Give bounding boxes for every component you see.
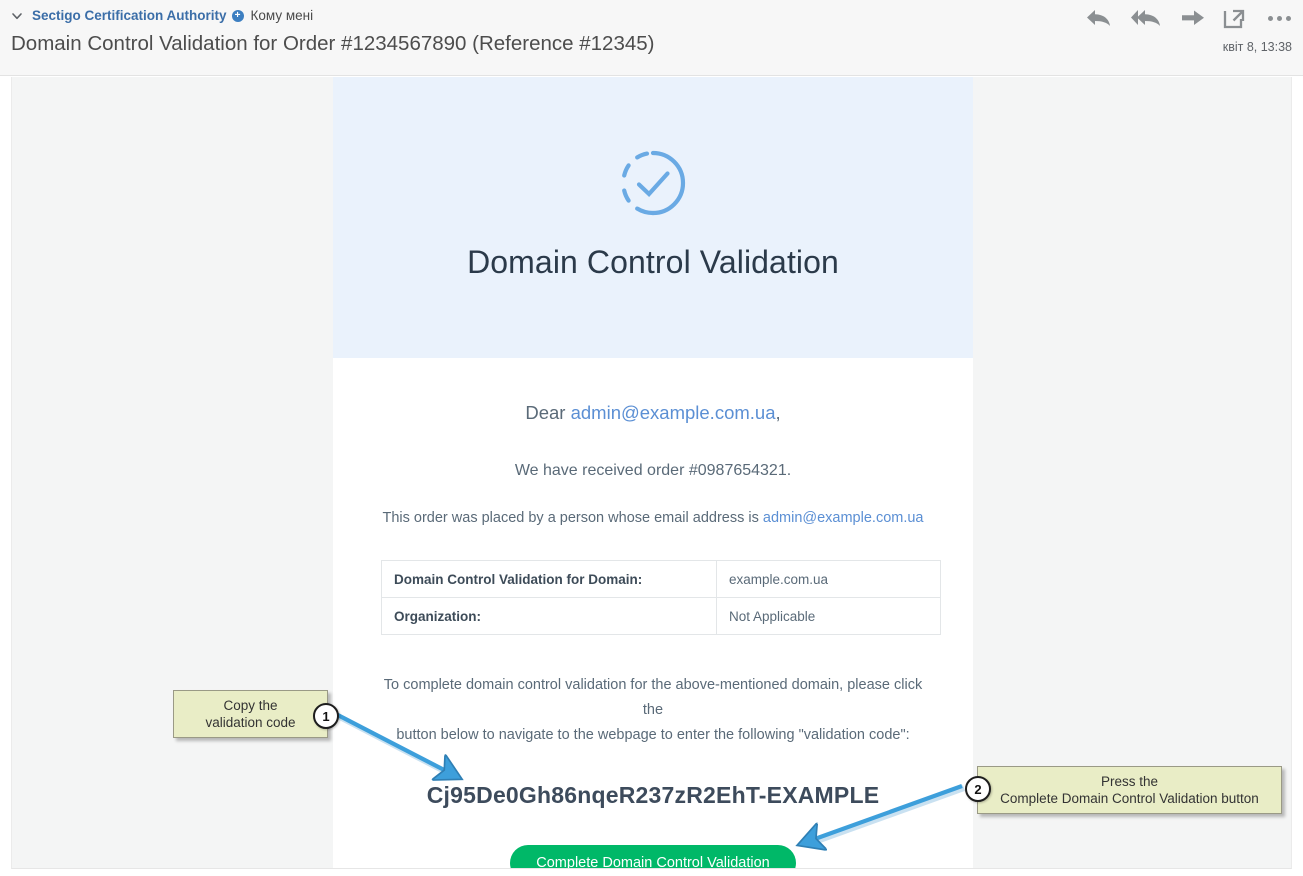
message-timestamp: квіт 8, 13:38 bbox=[1222, 40, 1292, 54]
greeting-email-link[interactable]: admin@example.com.ua bbox=[571, 402, 776, 423]
open-in-new-window-icon[interactable] bbox=[1222, 6, 1248, 30]
mail-header-bar: Sectigo Certification Authority + Кому м… bbox=[0, 0, 1303, 76]
complete-domain-control-validation-button[interactable]: Complete Domain Control Validation bbox=[510, 845, 796, 868]
forward-icon[interactable] bbox=[1180, 6, 1206, 30]
hero-title: Domain Control Validation bbox=[467, 244, 839, 280]
greeting-suffix: , bbox=[775, 402, 781, 423]
header-actions bbox=[1084, 6, 1295, 30]
email-hero: Domain Control Validation bbox=[333, 77, 973, 358]
email-body-canvas: Domain Control Validation Dear admin@exa… bbox=[11, 77, 1292, 869]
recipient-label[interactable]: Кому мені bbox=[251, 7, 314, 25]
callout-badge-1: 1 bbox=[313, 703, 339, 729]
email-content: Dear admin@example.com.ua, We have recei… bbox=[333, 402, 973, 868]
validation-info-table: Domain Control Validation for Domain: ex… bbox=[381, 560, 941, 635]
table-row: Domain Control Validation for Domain: ex… bbox=[381, 560, 941, 598]
table-cell-value: Not Applicable bbox=[716, 597, 941, 635]
greeting: Dear admin@example.com.ua, bbox=[381, 402, 925, 424]
instructions-line-2: button below to navigate to the webpage … bbox=[396, 727, 910, 743]
table-row: Organization: Not Applicable bbox=[381, 597, 941, 635]
page-title: Domain Control Validation for Order #123… bbox=[11, 32, 655, 55]
table-cell-key: Organization: bbox=[381, 597, 717, 635]
table-cell-key: Domain Control Validation for Domain: bbox=[381, 560, 717, 598]
instructions: To complete domain control validation fo… bbox=[381, 673, 925, 748]
sender-line: Sectigo Certification Authority + Кому м… bbox=[10, 7, 313, 25]
placed-by-text: This order was placed by a person whose … bbox=[382, 510, 763, 526]
check-circle-dashed-icon bbox=[615, 145, 691, 226]
cta-wrapper: Complete Domain Control Validation bbox=[381, 845, 925, 868]
validation-code[interactable]: Cj95De0Gh86nqeR237zR2EhT-EXAMPLE bbox=[381, 782, 925, 809]
callout-badge-2: 2 bbox=[965, 776, 991, 802]
greeting-prefix: Dear bbox=[525, 402, 571, 423]
sender-name[interactable]: Sectigo Certification Authority bbox=[32, 7, 227, 25]
reply-icon[interactable] bbox=[1084, 6, 1114, 30]
more-options-icon[interactable] bbox=[1264, 15, 1295, 21]
instructions-line-1: To complete domain control validation fo… bbox=[383, 677, 923, 718]
add-contact-plus-icon[interactable]: + bbox=[231, 10, 244, 22]
table-cell-value: example.com.ua bbox=[716, 560, 941, 598]
callout-2: Press the Complete Domain Control Valida… bbox=[977, 766, 1282, 814]
email-card: Domain Control Validation Dear admin@exa… bbox=[333, 77, 973, 868]
order-received-line: We have received order #0987654321. bbox=[514, 462, 792, 479]
placed-by-line: This order was placed by a person whose … bbox=[381, 510, 925, 526]
reply-all-icon[interactable] bbox=[1130, 6, 1164, 30]
placed-by-email-link[interactable]: admin@example.com.ua bbox=[763, 510, 924, 526]
callout-1: Copy the validation code bbox=[173, 690, 328, 738]
screenshot-root: Sectigo Certification Authority + Кому м… bbox=[0, 0, 1303, 876]
chevron-down-icon[interactable] bbox=[10, 9, 24, 23]
